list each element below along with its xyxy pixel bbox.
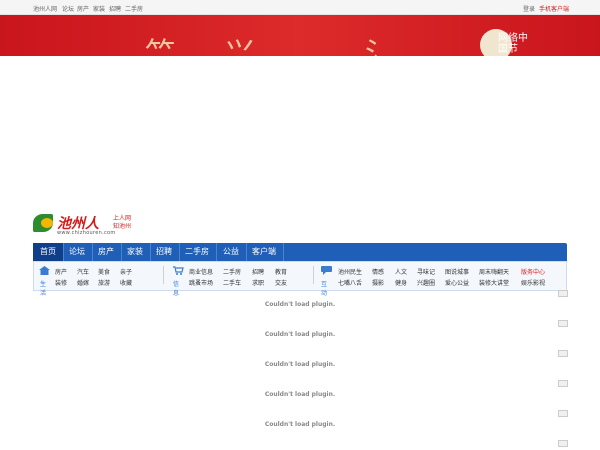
ad-close-icon[interactable] (558, 320, 568, 327)
info-link-business[interactable]: 商业信息 (189, 267, 213, 276)
banner-festival-text: 网络中国节 (498, 33, 528, 55)
nav-item-house[interactable]: 房产 (91, 243, 122, 261)
house-icon (39, 266, 50, 275)
nav-item-secondhand[interactable]: 二手房 (178, 243, 217, 261)
life-link-decor[interactable]: 装修 (55, 278, 67, 287)
topbar-link-forum[interactable]: 论坛 (62, 4, 74, 13)
interact-link-admin-center[interactable]: 版务中心 (521, 267, 545, 276)
interact-link-fitness[interactable]: 健身 (395, 278, 407, 287)
interact-link-decor-lecture[interactable]: 装修大讲堂 (479, 278, 509, 287)
logo-slogan-2: 知池州 (113, 223, 132, 230)
interact-link-culture[interactable]: 人文 (395, 267, 407, 276)
info-link-secondhand-house[interactable]: 二手房 (223, 267, 241, 276)
category-interact-label: 互动 (321, 281, 328, 297)
life-link-parenting[interactable]: 亲子 (120, 267, 132, 276)
login-link[interactable]: 登录 (523, 4, 535, 13)
interact-link-entertainment[interactable]: 娱乐影视 (521, 278, 545, 287)
topbar-link-secondhand[interactable]: 二手房 (125, 4, 143, 13)
top-bar: 池州人网 论坛 房产 家装 招聘 二手房 登录 手机客户端 (0, 0, 600, 15)
ad-close-icon[interactable] (558, 440, 568, 447)
info-link-dating[interactable]: 交友 (275, 278, 287, 287)
nav-item-home[interactable]: 首页 (33, 243, 64, 261)
interact-link-charity[interactable]: 爱心公益 (445, 278, 469, 287)
mobile-client-link[interactable]: 手机客户端 (539, 4, 569, 13)
info-link-flea-market[interactable]: 跳蚤市场 (189, 278, 213, 287)
category-divider (163, 266, 164, 284)
nav-item-decor[interactable]: 家装 (120, 243, 151, 261)
interact-link-chat[interactable]: 七嘴八舌 (338, 278, 362, 287)
topbar-link-house[interactable]: 房产 (77, 4, 89, 13)
interact-link-livelihood[interactable]: 池州民生 (338, 267, 362, 276)
category-divider (313, 266, 314, 284)
nav-item-forum[interactable]: 论坛 (62, 243, 93, 261)
life-link-wedding[interactable]: 婚嫁 (77, 278, 89, 287)
banner-calligraphy-art-3: ⺡ (365, 37, 395, 56)
nav-item-charity[interactable]: 公益 (216, 243, 247, 261)
ad-close-icon[interactable] (558, 410, 568, 417)
interact-link-food-diary[interactable]: 寻味记 (417, 267, 435, 276)
nav-item-jobs[interactable]: 招聘 (149, 243, 180, 261)
logo-dot-icon (41, 218, 53, 228)
interact-link-photography[interactable]: 摄影 (372, 278, 384, 287)
info-link-education[interactable]: 教育 (275, 267, 287, 276)
ad-close-icon[interactable] (558, 350, 568, 357)
chat-icon (321, 266, 332, 275)
plugin-placeholder: Couldn't load plugin. (264, 361, 336, 368)
life-link-travel[interactable]: 旅游 (98, 278, 110, 287)
life-link-food[interactable]: 美食 (98, 267, 110, 276)
info-link-job-seek[interactable]: 求职 (252, 278, 264, 287)
interact-link-emotion[interactable]: 情感 (372, 267, 384, 276)
logo-url: www.chizhouren.com (57, 230, 116, 236)
plugin-placeholder: Couldn't load plugin. (264, 421, 336, 428)
ad-close-icon[interactable] (558, 290, 568, 297)
nav-item-client[interactable]: 客户端 (245, 243, 284, 261)
plugin-placeholder: Couldn't load plugin. (264, 391, 336, 398)
life-link-collect[interactable]: 收藏 (120, 278, 132, 287)
plugin-placeholder: Couldn't load plugin. (264, 301, 336, 308)
site-logo[interactable]: 池州人 上人网 知池州 www.chizhouren.com (33, 212, 143, 236)
life-link-car[interactable]: 汽车 (77, 267, 89, 276)
info-link-jobs[interactable]: 招聘 (252, 267, 264, 276)
interact-link-interests[interactable]: 兴趣圈 (417, 278, 435, 287)
info-link-used-car[interactable]: 二手车 (223, 278, 241, 287)
topbar-link-home[interactable]: 池州人网 (33, 4, 57, 13)
banner-calligraphy-art: ⺮ (145, 37, 175, 56)
ad-close-icon[interactable] (558, 380, 568, 387)
interact-link-city-photo[interactable]: 图说城事 (445, 267, 469, 276)
main-nav: 首页 论坛 房产 家装 招聘 二手房 公益 客户端 (33, 243, 567, 261)
cart-icon (173, 266, 184, 275)
topbar-link-decor[interactable]: 家装 (93, 4, 105, 13)
topbar-link-jobs[interactable]: 招聘 (109, 4, 121, 13)
festival-banner[interactable]: ⺮ ⺍ ⺡ 网络中国节 (0, 15, 600, 56)
plugin-placeholder: Couldn't load plugin. (264, 331, 336, 338)
banner-calligraphy-art-2: ⺍ (225, 37, 255, 56)
category-life-label: 生活 (40, 281, 47, 297)
category-info-label: 信息 (173, 281, 180, 297)
life-link-house[interactable]: 房产 (55, 267, 67, 276)
interact-link-weekend[interactable]: 周末嗨翻天 (479, 267, 509, 276)
